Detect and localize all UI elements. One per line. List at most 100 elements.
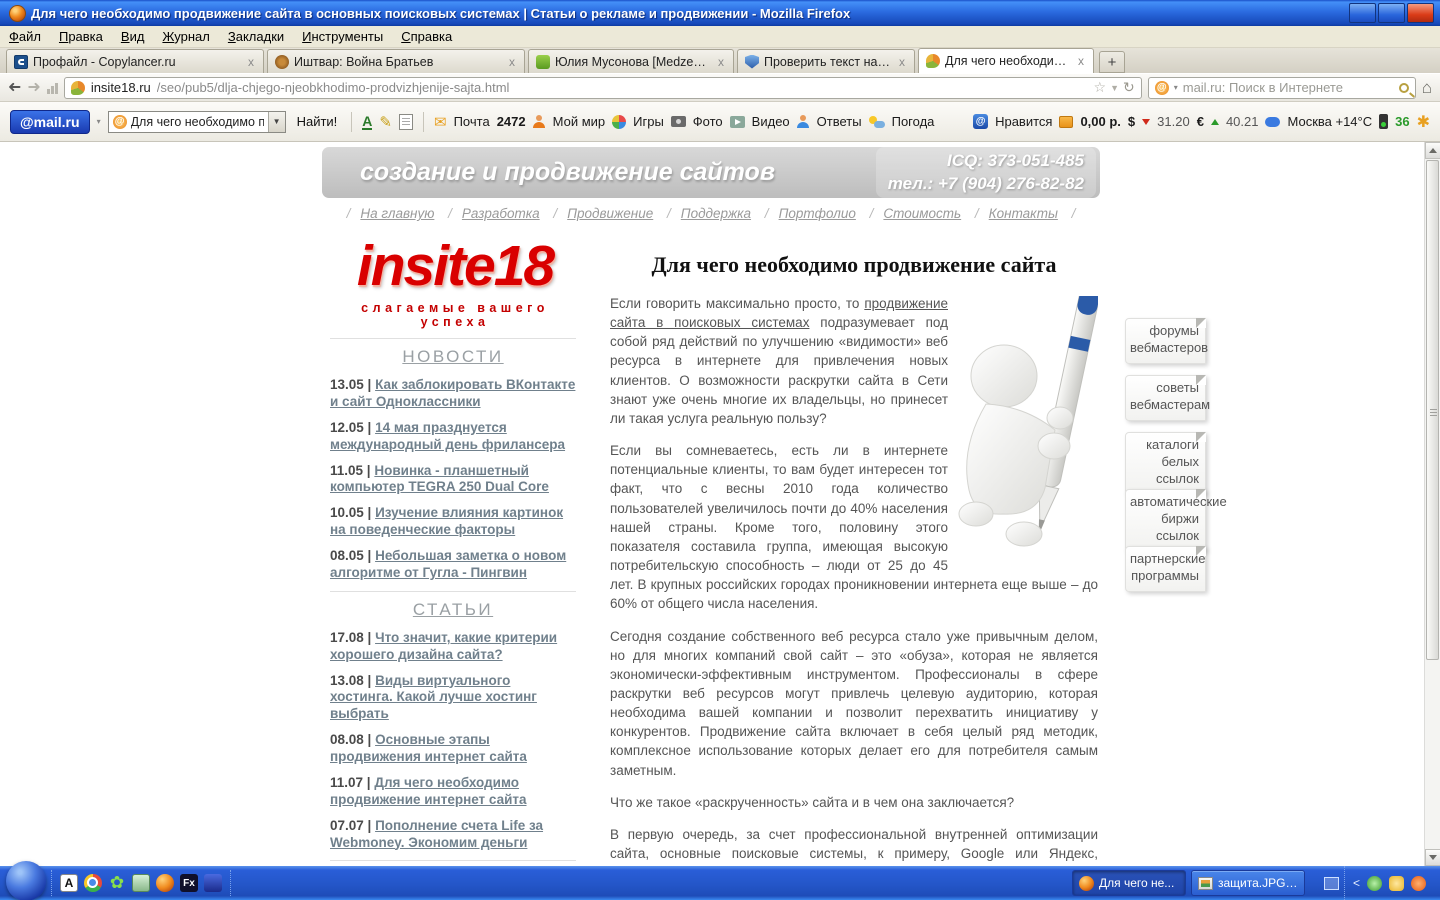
city-weather-icon <box>1265 116 1281 127</box>
menu-history[interactable]: Журнал <box>153 27 218 46</box>
menu-tools[interactable]: Инструменты <box>293 27 392 46</box>
weather-link[interactable]: Погода <box>892 114 935 129</box>
minimize-button[interactable] <box>1349 3 1376 23</box>
nav-development[interactable]: Разработка <box>462 206 540 221</box>
tab-copylancer[interactable]: Профайл - Copylancer.ru x <box>6 49 264 73</box>
phone-number: тел.: +7 (904) 276-82-82 <box>887 173 1084 193</box>
mail-link[interactable]: Почта <box>454 114 490 129</box>
toolbar-search-field[interactable]: @ Для чего необходимо продв ▼ <box>107 110 286 133</box>
sidetab-auto-link-exchanges[interactable]: автоматические биржи ссылок <box>1125 489 1227 552</box>
highlighter-icon[interactable]: ✎ <box>379 113 392 131</box>
nav-promotion[interactable]: Продвижение <box>567 206 653 221</box>
fx-app-icon[interactable]: Fx <box>180 874 198 892</box>
close-button[interactable] <box>1407 3 1434 23</box>
menu-view[interactable]: Вид <box>112 27 154 46</box>
quicklaunch-a-icon[interactable]: A <box>60 874 78 892</box>
magnifier-icon[interactable] <box>1398 82 1409 93</box>
tray-collapse-icon[interactable]: < <box>1353 876 1360 890</box>
nav-pricing[interactable]: Стоимость <box>883 206 961 221</box>
articles-section: СТАТЬИ 17.08 | Что значит, какие критери… <box>330 590 576 852</box>
menu-bookmarks[interactable]: Закладки <box>219 27 293 46</box>
photo-link[interactable]: Фото <box>693 114 723 129</box>
eur-up-icon <box>1210 118 1219 125</box>
sidetab-webmaster-tips[interactable]: советы вебмастерам <box>1125 375 1210 421</box>
tab-close-icon[interactable]: x <box>716 55 726 69</box>
search-engine-dropdown-icon[interactable]: ▾ <box>1174 83 1178 92</box>
news-item: 11.05 | Новинка - планшетный компьютер T… <box>330 462 549 495</box>
site-logo[interactable]: insite18 слагаемые вашего успеха <box>326 238 584 330</box>
article-item: 17.08 | Что значит, какие критерии хорош… <box>330 629 558 662</box>
nav-contacts[interactable]: Контакты <box>989 206 1058 221</box>
article-item: 08.08 | Основные этапы продвижения интер… <box>330 732 527 764</box>
url-dropdown-icon[interactable]: ▼ <box>1110 83 1119 93</box>
language-bar-icon[interactable] <box>1323 876 1339 890</box>
tab-close-icon[interactable]: x <box>1076 54 1086 68</box>
tab-text-uniqueness[interactable]: Проверить текст на уникальность онл... x <box>737 49 915 73</box>
tab-insite18-active[interactable]: Для чего необходимо продвижение са... x <box>918 48 1094 73</box>
nav-home[interactable]: На главную <box>360 206 434 221</box>
refresh-icon[interactable]: ↻ <box>1123 79 1135 96</box>
menu-edit[interactable]: Правка <box>50 27 112 46</box>
video-link[interactable]: Видео <box>752 114 790 129</box>
tab-close-icon[interactable]: x <box>246 55 256 69</box>
page-info-icon[interactable] <box>399 113 413 130</box>
find-button[interactable]: Найти! <box>293 114 342 129</box>
qip-icon[interactable] <box>132 874 150 892</box>
news-heading: НОВОСТИ <box>402 347 504 366</box>
tab-close-icon[interactable]: x <box>897 55 907 69</box>
menu-file[interactable]: Файл <box>0 27 50 46</box>
my-world-link[interactable]: Мой мир <box>553 114 606 129</box>
back-button[interactable]: ➜ <box>8 79 21 96</box>
chrome-icon[interactable] <box>84 874 102 892</box>
eur-rate[interactable]: 40.21 <box>1226 114 1259 129</box>
search-history-dropdown-icon[interactable]: ▼ <box>267 111 285 132</box>
mailru-logo-dropdown-icon[interactable]: ▾ <box>97 117 101 126</box>
traffic-score[interactable]: 36 <box>1395 114 1409 129</box>
blue-app-icon[interactable] <box>204 874 222 892</box>
toolbar-settings-icon[interactable]: ✱ <box>1417 112 1430 132</box>
task-button-image-viewer[interactable]: защита.JPG ... <box>1190 870 1305 896</box>
search-bar[interactable]: @ ▾ mail.ru: Поиск в Интернете <box>1147 76 1416 99</box>
news-section: НОВОСТИ 13.05 | Как заблокировать ВКонта… <box>330 338 576 582</box>
games-link[interactable]: Игры <box>633 114 664 129</box>
nav-portfolio[interactable]: Портфолио <box>779 206 856 221</box>
bookmark-star-icon[interactable]: ☆ <box>1094 79 1107 96</box>
money-balance[interactable]: 0,00 р. <box>1080 114 1120 129</box>
antivirus-tray-icon[interactable] <box>1367 875 1382 891</box>
scroll-down-button[interactable] <box>1425 849 1440 866</box>
system-tray: < <box>1343 866 1434 900</box>
forward-button[interactable]: ➜ <box>27 79 40 96</box>
mailru-logo[interactable]: @mail.ru <box>10 109 90 134</box>
tab-ishtvar[interactable]: Иштвар: Война Братьев x <box>267 49 525 73</box>
font-size-icon[interactable]: A <box>362 114 373 130</box>
sidetab-webmaster-forums[interactable]: форумы вебмастеров <box>1125 318 1208 364</box>
downloader-tray-icon[interactable] <box>1411 875 1426 891</box>
maximize-button[interactable] <box>1378 3 1405 23</box>
desktop-screen: Для чего необходимо продвижение сайта в … <box>0 0 1440 900</box>
clock-tray-icon[interactable] <box>1389 875 1404 891</box>
icq-number: ICQ: 373-051-485 <box>946 151 1084 171</box>
tab-close-icon[interactable]: x <box>507 55 517 69</box>
icq-icon[interactable]: ✿ <box>108 873 126 892</box>
city-weather[interactable]: Москва +14°C <box>1287 114 1372 129</box>
like-link[interactable]: Нравится <box>995 114 1052 129</box>
eur-symbol: € <box>1196 114 1204 129</box>
web-page: создание и продвижение сайтов ICQ: 373-0… <box>0 142 1424 866</box>
start-button[interactable] <box>6 861 46 900</box>
url-bar[interactable]: insite18.ru /seo/pub5/dlja-chjego-njeobk… <box>63 76 1142 99</box>
answers-link[interactable]: Ответы <box>817 114 862 129</box>
sidetab-affiliate-programs[interactable]: партнерские программы <box>1125 546 1206 592</box>
usd-rate[interactable]: 31.20 <box>1157 114 1190 129</box>
scrollbar-thumb[interactable] <box>1426 160 1439 660</box>
vertical-scrollbar[interactable] <box>1424 142 1440 866</box>
nav-support[interactable]: Поддержка <box>681 206 751 221</box>
scroll-up-button[interactable] <box>1425 142 1440 159</box>
firefox-icon[interactable] <box>156 874 174 892</box>
new-tab-button[interactable]: + <box>1099 51 1125 73</box>
task-button-firefox[interactable]: Для чего не... <box>1071 870 1186 896</box>
sidetab-white-link-catalogs[interactable]: каталоги белых ссылок <box>1125 432 1206 495</box>
menu-help[interactable]: Справка <box>392 27 461 46</box>
home-button[interactable]: ⌂ <box>1422 78 1432 98</box>
tab-medzenga-portfolio[interactable]: Юлия Мусонова [Medzenga] - Портфолио x <box>528 49 734 73</box>
browser-menubar: Файл Правка Вид Журнал Закладки Инструме… <box>0 26 1440 48</box>
